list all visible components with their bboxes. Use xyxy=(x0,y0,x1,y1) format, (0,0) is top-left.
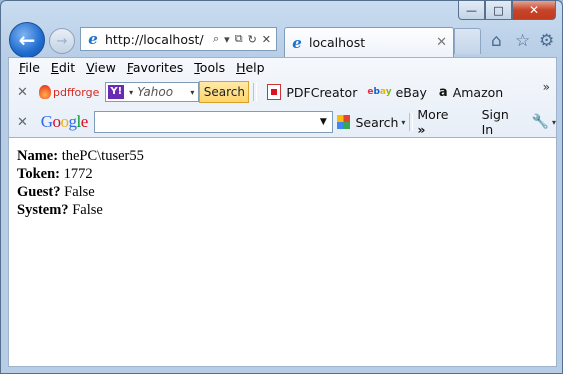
menu-view[interactable]: View xyxy=(76,58,116,78)
minimize-button[interactable]: — xyxy=(458,1,485,20)
google-search-input[interactable]: ▼ xyxy=(93,111,333,133)
more-button[interactable]: More » xyxy=(417,107,459,137)
tab-localhost[interactable]: e localhost ✕ xyxy=(284,27,454,57)
google-toolbar: ✕ Google ▼ Search ▾ More » Sign In 🔧 ▾ xyxy=(9,107,556,137)
pdfforge-logo[interactable]: pdfforge xyxy=(39,85,99,99)
close-toolbar-icon[interactable]: ✕ xyxy=(17,115,31,130)
toolbar-panel: File Edit View Favorites Tools Help ✕ pd… xyxy=(8,57,557,137)
forward-arrow-icon: → xyxy=(56,33,68,49)
wrench-icon[interactable]: 🔧 xyxy=(532,114,549,130)
ebay-button[interactable]: ebay eBay xyxy=(367,85,427,100)
forward-button[interactable]: → xyxy=(49,28,75,54)
google-logo-letter: G xyxy=(40,112,53,131)
search-icon[interactable]: ⌕ xyxy=(213,32,219,46)
amazon-icon: a xyxy=(438,84,448,100)
tab-close-icon[interactable]: ✕ xyxy=(436,35,447,50)
yahoo-search-input[interactable]: Yahoo xyxy=(137,85,187,99)
ie-page-icon: e xyxy=(292,33,302,52)
back-arrow-icon: ← xyxy=(18,28,36,52)
google-search-button[interactable]: Search xyxy=(355,115,398,130)
content-line-name: Name: thePC\tuser55 xyxy=(17,148,144,164)
dropdown-icon[interactable]: ▾ xyxy=(224,33,230,46)
amazon-button[interactable]: a Amazon xyxy=(439,85,503,100)
menu-tools[interactable]: Tools xyxy=(184,58,225,78)
browser-window: — □ ✕ ← → e http://localhost/ ⌕ ▾ ⧉ ↻ ✕ … xyxy=(0,0,563,374)
ebay-icon: ebay xyxy=(367,87,392,97)
address-url[interactable]: http://localhost/ xyxy=(105,32,213,47)
ie-page-icon: e xyxy=(88,30,98,48)
favorites-icon[interactable]: ☆ xyxy=(515,31,530,51)
maximize-button[interactable]: □ xyxy=(485,1,512,20)
more-chevron-icon: » xyxy=(417,122,426,137)
tools-icon[interactable]: ⚙ xyxy=(539,31,554,51)
window-controls: — □ ✕ xyxy=(458,1,556,20)
toolbar-separator xyxy=(409,113,414,131)
refresh-icon[interactable]: ↻ xyxy=(248,33,257,46)
back-button[interactable]: ← xyxy=(9,22,45,58)
chevron-down-icon[interactable]: ▾ xyxy=(129,88,133,97)
stop-icon[interactable]: ✕ xyxy=(262,33,271,46)
google-search-icon xyxy=(336,115,351,129)
content-line-system: System? False xyxy=(17,202,103,218)
menu-bar: File Edit View Favorites Tools Help xyxy=(9,58,266,78)
chevron-down-icon[interactable]: ▾ xyxy=(552,118,556,127)
navigation-bar: ← → e http://localhost/ ⌕ ▾ ⧉ ↻ ✕ e loca… xyxy=(1,21,562,58)
flame-icon xyxy=(39,85,51,99)
tab-title: localhost xyxy=(309,35,366,50)
yahoo-search-button[interactable]: Search xyxy=(199,81,250,103)
home-icon[interactable]: ⌂ xyxy=(491,31,502,51)
yahoo-search-field[interactable]: Y! ▾ Yahoo ▾ xyxy=(105,82,200,102)
new-tab-button[interactable] xyxy=(454,28,481,54)
yahoo-logo-icon: Y! xyxy=(108,85,125,99)
google-logo-letter: e xyxy=(80,112,89,131)
close-toolbar-icon[interactable]: ✕ xyxy=(17,85,31,100)
content-line-guest: Guest? False xyxy=(17,184,95,200)
menu-file[interactable]: File xyxy=(9,58,40,78)
more-toolbar-chevron-icon[interactable]: » xyxy=(543,80,550,94)
pdfforge-toolbar: ✕ pdfforge Y! ▾ Yahoo ▾ Search PDFCreato… xyxy=(9,78,556,106)
pdf-icon xyxy=(267,84,282,100)
chevron-down-icon[interactable]: ▾ xyxy=(190,88,194,97)
toolbar-separator xyxy=(253,83,258,101)
chevron-down-icon[interactable]: ▾ xyxy=(401,118,405,127)
close-button[interactable]: ✕ xyxy=(512,1,556,20)
menu-edit[interactable]: Edit xyxy=(41,58,75,78)
sign-in-button[interactable]: Sign In xyxy=(482,107,524,137)
content-line-token: Token: 1772 xyxy=(17,166,93,182)
page-content: Name: thePC\tuser55 Token: 1772 Guest? F… xyxy=(8,137,557,367)
pdfcreator-button[interactable]: PDFCreator xyxy=(267,84,357,100)
address-bar[interactable]: e http://localhost/ ⌕ ▾ ⧉ ↻ ✕ xyxy=(80,27,277,51)
menu-help[interactable]: Help xyxy=(226,58,265,78)
menu-favorites[interactable]: Favorites xyxy=(117,58,183,78)
chevron-down-icon[interactable]: ▼ xyxy=(320,117,327,127)
google-logo[interactable]: Google xyxy=(40,112,89,132)
compatibility-view-icon[interactable]: ⧉ xyxy=(235,32,243,46)
